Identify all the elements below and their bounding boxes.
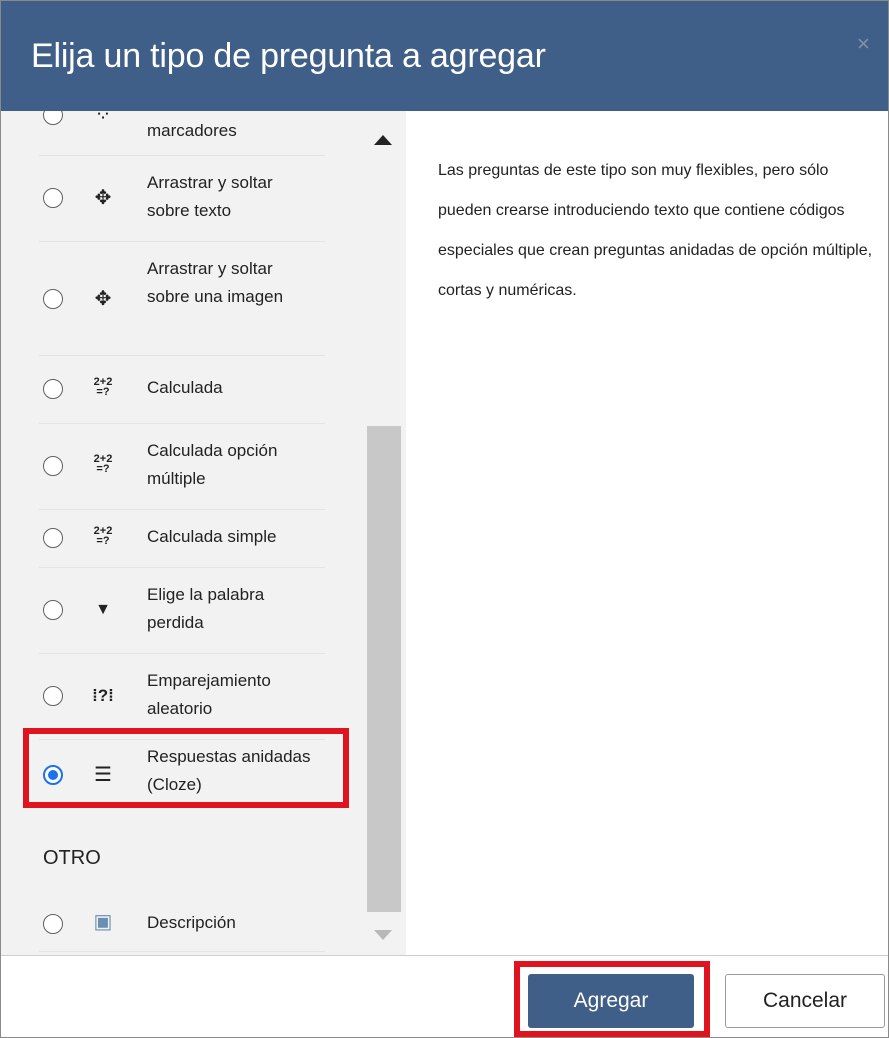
scroll-up-arrow[interactable] <box>374 135 392 145</box>
dialog-title: Elija un tipo de pregunta a agregar <box>31 37 546 75</box>
option-cloze[interactable]: ☰ Respuestas anidadas (Cloze) <box>39 739 325 811</box>
question-type-dialog: Elija un tipo de pregunta a agregar × ⁘ … <box>0 0 889 1038</box>
option-label: Calculada <box>147 378 223 397</box>
calculated-multichoice-icon: 2+2 =? <box>93 453 113 475</box>
radio-select-missing-word[interactable] <box>43 600 63 620</box>
drag-drop-markers-icon: ⁘ <box>94 111 112 126</box>
option-select-missing-word[interactable]: ▼ Elige la palabra perdida <box>39 567 325 654</box>
option-label: Calculada opción múltiple <box>147 441 278 488</box>
option-label: Emparejamiento aleatorio <box>147 671 271 718</box>
drag-drop-image-icon: ✥ <box>94 288 112 310</box>
description-icon: ▣ <box>93 911 113 933</box>
option-drag-drop-markers[interactable]: ⁘ marcadores <box>39 111 325 156</box>
description-panel: Las preguntas de este tipo son muy flexi… <box>406 111 888 955</box>
radio-calculated-multichoice[interactable] <box>43 456 63 476</box>
select-missing-word-icon: ▼ <box>95 601 111 618</box>
radio-drag-drop-text[interactable] <box>43 188 63 208</box>
radio-description[interactable] <box>43 914 63 934</box>
cancel-button[interactable]: Cancelar <box>725 974 885 1028</box>
option-label: Elige la palabra perdida <box>147 585 265 632</box>
radio-calculated[interactable] <box>43 379 63 399</box>
calculated-icon: 2+2 =? <box>93 376 113 398</box>
option-label: Arrastrar y soltar sobre texto <box>147 173 273 220</box>
dialog-header: Elija un tipo de pregunta a agregar × <box>1 1 888 111</box>
option-drag-drop-image[interactable]: ✥ Arrastrar y soltar sobre una imagen <box>39 241 325 356</box>
option-label: Descripción <box>147 913 236 932</box>
option-calculated-simple[interactable]: 2+2 =? Calculada simple <box>39 509 325 568</box>
scrollbar-thumb[interactable] <box>367 426 401 912</box>
option-label: marcadores <box>147 121 237 140</box>
option-label: Respuestas anidadas (Cloze) <box>147 747 311 794</box>
option-calculated[interactable]: 2+2 =? Calculada <box>39 355 325 424</box>
dialog-footer: Agregar Cancelar <box>1 955 888 1037</box>
scroll-down-arrow[interactable] <box>374 930 392 940</box>
close-icon[interactable]: × <box>857 31 870 57</box>
drag-drop-text-icon: ✥ <box>94 187 112 209</box>
question-type-description: Las preguntas de este tipo son muy flexi… <box>438 162 873 299</box>
calculated-simple-icon: 2+2 =? <box>93 525 113 547</box>
random-matching-icon: ⁞?⁞ <box>92 686 114 705</box>
radio-drag-drop-markers[interactable] <box>43 111 63 125</box>
option-label: Arrastrar y soltar sobre una imagen <box>147 259 284 306</box>
option-description[interactable]: ▣ Descripción <box>39 897 325 952</box>
option-label: Calculada simple <box>147 527 277 546</box>
cloze-icon: ☰ <box>94 764 112 786</box>
radio-calculated-simple[interactable] <box>43 528 63 548</box>
option-random-matching[interactable]: ⁞?⁞ Emparejamiento aleatorio <box>39 653 325 740</box>
radio-cloze[interactable] <box>43 765 63 785</box>
section-heading-other: OTRO <box>43 847 101 869</box>
option-drag-drop-text[interactable]: ✥ Arrastrar y soltar sobre texto <box>39 155 325 242</box>
radio-drag-drop-image[interactable] <box>43 289 63 309</box>
option-calculated-multichoice[interactable]: 2+2 =? Calculada opción múltiple <box>39 423 325 510</box>
question-type-list[interactable]: ⁘ marcadores ✥ Arrastrar y soltar sobre … <box>1 111 406 955</box>
radio-random-matching[interactable] <box>43 686 63 706</box>
add-button[interactable]: Agregar <box>528 974 694 1028</box>
